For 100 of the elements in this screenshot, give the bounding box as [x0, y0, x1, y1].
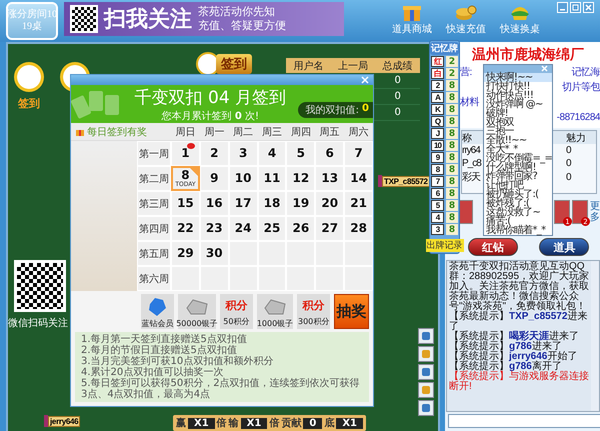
charm-value: 0: [566, 145, 573, 156]
phrase-item[interactable]: 炸弹带回家?: [484, 172, 552, 181]
stat-label: 贡献: [281, 416, 302, 430]
card-count: 8: [446, 188, 458, 199]
tool-button[interactable]: [418, 364, 434, 380]
phrase-item[interactable]: 破牌!: [484, 109, 552, 118]
player-name: 彩天: [462, 171, 482, 184]
stat-label: 赢: [176, 416, 186, 430]
calendar-day[interactable]: 30: [200, 241, 229, 266]
history-button[interactable]: 出牌记录: [426, 239, 464, 252]
close-button[interactable]: [583, 2, 594, 13]
signin-icon[interactable]: [14, 62, 44, 92]
calendar-day[interactable]: 1: [171, 141, 200, 166]
prize-label: 50积分: [223, 316, 250, 327]
maximize-icon: [572, 4, 579, 11]
phrase-item[interactable]: 被扔砸头了:(: [484, 190, 552, 199]
card-count: 8: [446, 104, 458, 115]
column-header: 上一局: [336, 60, 369, 72]
calendar-day[interactable]: 14: [344, 166, 373, 191]
tool-button[interactable]: [418, 328, 434, 344]
tool-button[interactable]: [418, 346, 434, 362]
shop-button[interactable]: 红钻: [468, 238, 518, 256]
calendar-day[interactable]: 22: [171, 216, 200, 241]
calendar-day[interactable]: 7: [344, 141, 373, 166]
ad-text: 营:: [460, 67, 472, 79]
calendar-day[interactable]: 20: [315, 191, 344, 216]
chat-message: 【系统提示】g786离开了: [449, 362, 562, 372]
tool-button[interactable]: [418, 382, 434, 398]
calendar-day[interactable]: 11: [258, 166, 286, 191]
draw-button[interactable]: 抽奖: [334, 294, 369, 329]
tool-button[interactable]: [418, 400, 434, 416]
calendar-day[interactable]: 13: [315, 166, 344, 191]
column-header: 称: [462, 132, 473, 145]
calendar-day[interactable]: 6: [315, 141, 344, 166]
calendar-day[interactable]: 23: [200, 216, 229, 241]
card-rank: 5: [431, 200, 444, 211]
panel-title: 记忆牌: [430, 42, 459, 55]
phrase-item[interactable]: 被炸残了:(: [484, 199, 552, 208]
close-button[interactable]: [361, 76, 370, 84]
phrase-item[interactable]: 三抱一: [484, 127, 552, 136]
card-count: 8: [446, 176, 458, 187]
column-header: 总成绩: [382, 60, 414, 72]
card-count: 8: [446, 92, 458, 103]
card-count: 8: [446, 140, 458, 151]
phrase-item[interactable]: 我帮你瞄着*_*: [484, 226, 552, 235]
calendar-day[interactable]: 5: [286, 141, 316, 166]
card-count: 8: [446, 164, 458, 175]
card-rank: 6: [431, 188, 444, 199]
column-header: 魅力: [566, 132, 587, 145]
calendar-day[interactable]: 15: [171, 191, 200, 216]
calendar-day[interactable]: 18: [258, 191, 286, 216]
calendar-day[interactable]: 9: [200, 166, 229, 191]
close-button[interactable]: [541, 65, 550, 74]
weekday-header: 周五: [318, 126, 341, 138]
phrase-item[interactable]: 没吃不倒霉=_=: [484, 154, 552, 163]
phrase-item[interactable]: 痛苦:(: [484, 217, 552, 226]
weekday-header: 周三: [260, 126, 283, 138]
reward-label: 每日签到有奖: [71, 124, 171, 138]
rule-text: 3.当月完美签到可获10点双扣值和额外积分: [81, 356, 274, 367]
phrase-item[interactable]: 这盘没救了~: [484, 208, 552, 217]
phrase-item[interactable]: 什么牌型啊!: [484, 163, 552, 172]
card-rank: 10: [431, 140, 444, 151]
calendar-day[interactable]: 16: [200, 191, 229, 216]
calendar-day[interactable]: 3: [228, 141, 258, 166]
phrase-item[interactable]: 没炸弹啊 @~: [484, 100, 552, 109]
stat-unit: 倍: [216, 416, 227, 430]
calendar-day[interactable]: 26: [286, 216, 316, 241]
phrase-item[interactable]: 打快打快!!: [484, 82, 552, 91]
calendar-day[interactable]: 4: [258, 141, 286, 166]
calendar-day[interactable]: 2: [200, 141, 229, 166]
chat-message: 【系统提示】喝彩天涯进来了: [449, 332, 580, 342]
shop-button[interactable]: 道具: [539, 238, 590, 256]
prize-label: 蓝钻会员: [141, 318, 174, 329]
more-link[interactable]: 更多: [590, 201, 600, 223]
phrase-item[interactable]: 让他打吧: [484, 181, 552, 190]
calendar-day[interactable]: 25: [258, 216, 286, 241]
card-count: 8: [446, 200, 458, 211]
calendar-day[interactable]: 19: [286, 191, 316, 216]
calendar-day[interactable]: 29: [171, 241, 200, 266]
player-name: jerry646: [48, 416, 80, 426]
stat-label: 输: [228, 416, 239, 430]
chat-message: 【系统提示】jerry646开始了: [449, 352, 578, 362]
phrase-item[interactable]: 动作快点!!!: [484, 91, 552, 100]
maximize-button[interactable]: [570, 2, 581, 13]
week-label: 第三周: [137, 191, 171, 216]
chat-input[interactable]: [448, 414, 600, 428]
calendar-day[interactable]: 12: [286, 166, 316, 191]
phrase-item[interactable]: 快来啊!~~: [484, 73, 552, 82]
calendar-day[interactable]: 10: [228, 166, 258, 191]
calendar-day[interactable]: 17: [228, 191, 258, 216]
calendar-day[interactable]: 28: [344, 216, 373, 241]
calendar-day[interactable]: 27: [315, 216, 344, 241]
phrase-item[interactable]: 双抱双: [484, 118, 552, 127]
signin-badge[interactable]: 签到: [216, 54, 252, 74]
close-icon: [585, 4, 592, 11]
calendar-day[interactable]: 24: [228, 216, 258, 241]
ad-title: 温州市鹿城海绵厂: [471, 46, 585, 64]
minimize-button[interactable]: [557, 2, 568, 13]
phrase-item[interactable]: 全散!!~~: [484, 136, 552, 145]
calendar-day[interactable]: 21: [344, 191, 373, 216]
